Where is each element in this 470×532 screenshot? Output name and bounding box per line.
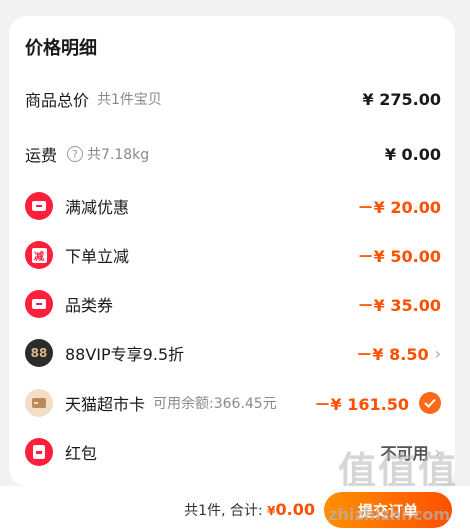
category-coupon-row: 品类券 －¥ 35.00 bbox=[25, 287, 441, 321]
red-packet-icon bbox=[25, 438, 53, 466]
order-total: 共1件, 合计: ¥0.00 bbox=[184, 500, 315, 520]
supermarket-card-value: －¥ 161.50 bbox=[314, 395, 409, 414]
total-label: 合计: bbox=[229, 503, 263, 519]
goods-total-label: 商品总价 bbox=[25, 91, 90, 110]
category-coupon-value: －¥ 35.00 bbox=[357, 296, 441, 315]
checkmark-icon[interactable] bbox=[419, 392, 441, 414]
category-coupon-label: 品类券 bbox=[65, 296, 114, 315]
supermarket-card-label: 天猫超市卡 bbox=[65, 395, 146, 414]
card-title: 价格明细 bbox=[25, 38, 97, 59]
reduction-icon: 减 bbox=[25, 241, 53, 269]
full-reduction-label: 满减优惠 bbox=[65, 198, 130, 217]
vip-discount-label: 88VIP专享9.5折 bbox=[65, 345, 185, 364]
goods-total-value: ¥ 275.00 bbox=[362, 89, 441, 109]
shipping-value: ¥ 0.00 bbox=[384, 144, 441, 164]
price-detail-card: 价格明细 商品总价 共1件宝贝 ¥ 275.00 运费 ? 共7.18kg ¥ … bbox=[9, 16, 455, 486]
red-packet-label: 红包 bbox=[65, 444, 98, 463]
shipping-weight-text: 共7.18kg bbox=[87, 147, 150, 163]
instant-reduction-value: －¥ 50.00 bbox=[357, 247, 441, 266]
card-icon bbox=[25, 389, 53, 417]
instant-reduction-label: 下单立减 bbox=[65, 247, 130, 266]
vip-discount-value: －¥ 8.50 bbox=[356, 345, 429, 364]
currency-symbol: ¥ bbox=[267, 504, 276, 518]
chevron-right-icon: › bbox=[434, 343, 441, 363]
goods-count-text: 共1件宝贝 bbox=[97, 92, 162, 108]
shipping-row: 运费 ? 共7.18kg ¥ 0.00 bbox=[25, 137, 441, 171]
coupon-icon bbox=[25, 290, 53, 318]
card-balance-text: 可用余额:366.45元 bbox=[153, 396, 277, 412]
full-reduction-row: 满减优惠 －¥ 20.00 bbox=[25, 189, 441, 223]
shipping-label: 运费 bbox=[25, 146, 58, 165]
vip-discount-row[interactable]: 88 88VIP专享9.5折 －¥ 8.50 › bbox=[25, 336, 441, 370]
total-amount: 0.00 bbox=[275, 500, 315, 519]
vip-badge-icon: 88 bbox=[25, 339, 53, 367]
supermarket-card-row[interactable]: 天猫超市卡 可用余额:366.45元 －¥ 161.50 bbox=[25, 386, 441, 420]
goods-total-row: 商品总价 共1件宝贝 ¥ 275.00 bbox=[25, 82, 441, 116]
item-count-text: 共1件, bbox=[184, 503, 226, 519]
watermark-url: zhizhizhi.com bbox=[328, 505, 450, 524]
coupon-icon bbox=[25, 192, 53, 220]
instant-reduction-row: 减 下单立减 －¥ 50.00 bbox=[25, 238, 441, 272]
help-icon[interactable]: ? bbox=[67, 146, 84, 162]
full-reduction-value: －¥ 20.00 bbox=[357, 198, 441, 217]
